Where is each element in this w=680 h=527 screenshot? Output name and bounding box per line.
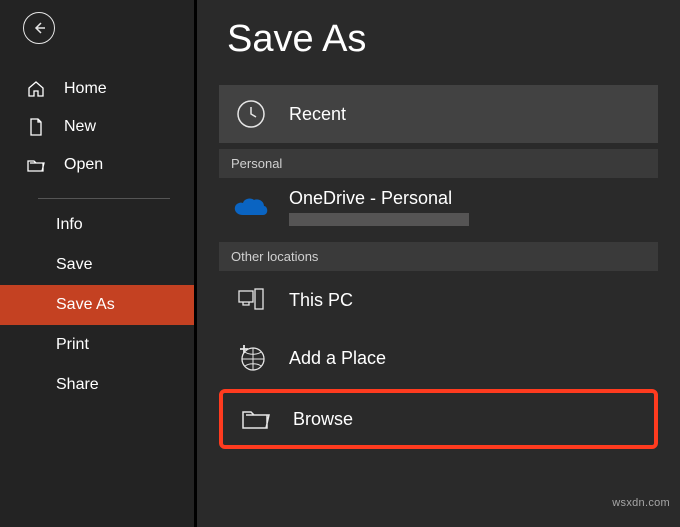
home-icon [26,79,46,99]
nav-print-label: Print [56,336,89,354]
location-browse[interactable]: Browse [223,393,654,445]
browse-highlight: Browse [219,389,658,449]
document-icon [26,117,46,137]
location-recent[interactable]: Recent [219,85,658,143]
section-personal: Personal [219,149,658,178]
nav-open[interactable]: Open [0,146,194,184]
back-button[interactable] [23,12,55,44]
location-addplace[interactable]: Add a Place [219,329,658,387]
nav-home-label: Home [64,80,107,98]
watermark: wsxdn.com [612,497,670,509]
location-onedrive-label: OneDrive - Personal [289,188,452,208]
nav-save[interactable]: Save [0,245,194,285]
location-recent-label: Recent [289,104,346,125]
page-title: Save As [197,0,680,85]
location-thispc-label: This PC [289,290,353,311]
nav-save-as-label: Save As [56,296,115,314]
nav-open-label: Open [64,156,103,174]
nav-new[interactable]: New [0,108,194,146]
location-thispc[interactable]: This PC [219,271,658,329]
clock-icon [229,92,273,136]
location-onedrive[interactable]: OneDrive - Personal [219,178,658,236]
location-addplace-label: Add a Place [289,348,386,369]
location-onedrive-text: OneDrive - Personal [289,189,469,226]
nav-new-label: New [64,118,96,136]
nav-divider [38,198,170,199]
this-pc-icon [229,278,273,322]
nav-save-as[interactable]: Save As [0,285,194,325]
nav-print[interactable]: Print [0,325,194,365]
onedrive-cloud-icon [229,185,273,229]
nav-share[interactable]: Share [0,365,194,405]
nav-home[interactable]: Home [0,70,194,108]
folder-browse-icon [233,397,277,441]
nav-info[interactable]: Info [0,205,194,245]
nav-save-label: Save [56,256,92,274]
location-browse-label: Browse [293,409,353,430]
nav-share-label: Share [56,376,99,394]
folder-open-icon [26,155,46,175]
location-onedrive-subtext [289,213,469,226]
add-place-globe-icon [229,336,273,380]
arrow-left-icon [31,20,47,36]
section-other: Other locations [219,242,658,271]
nav-info-label: Info [56,216,83,234]
